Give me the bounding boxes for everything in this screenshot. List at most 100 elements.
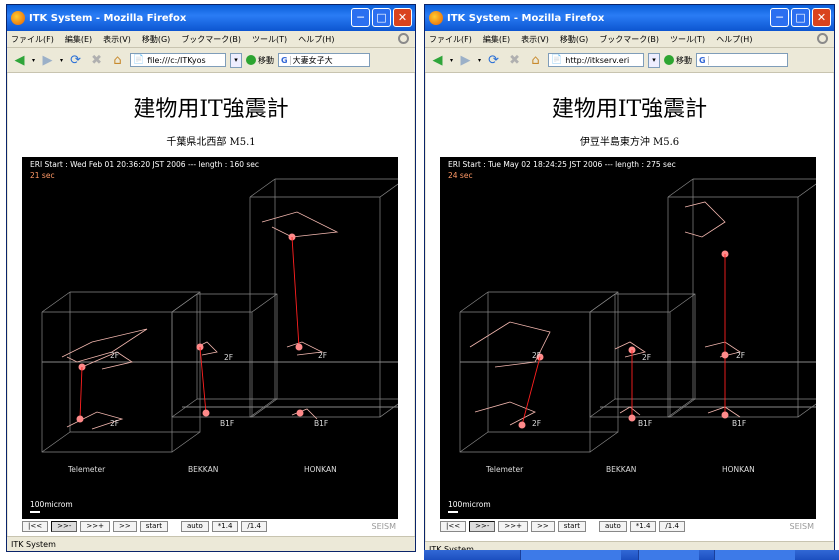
stop-icon[interactable]: ✖ bbox=[506, 52, 523, 69]
playback-controls: |<< >>- >>+ >> start auto *1.4/1.4 SEISM bbox=[22, 519, 398, 533]
motion-trace bbox=[474, 401, 536, 426]
motion-trace bbox=[469, 321, 551, 368]
motion-trace bbox=[81, 351, 133, 370]
seismic-viewer[interactable]: ERI Start : Tue May 02 18:24:25 JST 2006… bbox=[440, 157, 816, 519]
event-title: 伊豆半島東方沖 M5.6 bbox=[579, 137, 680, 148]
control-button[interactable]: auto bbox=[599, 520, 627, 532]
wire-line bbox=[249, 196, 381, 418]
menu-item[interactable]: 移動(G) bbox=[142, 34, 170, 45]
menu-item[interactable]: ツール(T) bbox=[670, 34, 705, 45]
back-icon[interactable]: ◀ bbox=[429, 52, 446, 69]
wire-line bbox=[692, 178, 816, 400]
menu-bar: ファイル(F) 編集(E) 表示(V) 移動(G) ブックマーク(B) ツール(T) ヘルプ… bbox=[7, 31, 415, 48]
url-dropdown-icon[interactable]: ▾ bbox=[648, 52, 661, 68]
motion-trace bbox=[286, 341, 324, 356]
menu-item[interactable]: ファイル(F) bbox=[11, 34, 54, 45]
search-input[interactable]: G bbox=[696, 53, 789, 67]
url-field[interactable]: 📄 http://itkserv.eri bbox=[548, 53, 645, 67]
wire-line bbox=[667, 196, 799, 418]
control-button[interactable]: >> bbox=[112, 520, 137, 532]
status-bar: ITK System bbox=[7, 536, 415, 551]
forward-icon[interactable]: ▶ bbox=[39, 52, 56, 69]
building-label: HONKAN bbox=[722, 465, 755, 474]
control-button[interactable]: >>+ bbox=[498, 520, 528, 532]
control-button[interactable]: |<< bbox=[440, 520, 467, 532]
search-text: 大妻女子大 bbox=[292, 55, 333, 65]
throbber-icon bbox=[398, 33, 409, 44]
url-dropdown-icon[interactable]: ▾ bbox=[230, 52, 243, 68]
floor-label: 2F bbox=[532, 419, 542, 428]
wire-line bbox=[589, 311, 671, 418]
control-button[interactable]: *1.4 bbox=[211, 520, 239, 532]
control-button[interactable]: start bbox=[139, 520, 169, 532]
floor-label: 2F bbox=[736, 351, 746, 360]
wire-line bbox=[667, 398, 694, 418]
wire-line bbox=[589, 431, 619, 453]
motion-trace bbox=[684, 201, 726, 238]
go-button[interactable]: 移動 bbox=[246, 55, 274, 66]
control-button[interactable]: start bbox=[557, 520, 587, 532]
scale-bar bbox=[448, 511, 458, 513]
menu-item[interactable]: 表示(V) bbox=[521, 34, 549, 45]
menu-item[interactable]: 編集(E) bbox=[483, 34, 510, 45]
close-button[interactable]: ✕ bbox=[812, 8, 831, 27]
menu-item[interactable]: 移動(G) bbox=[560, 34, 588, 45]
wire-line bbox=[459, 431, 489, 453]
link-line bbox=[79, 366, 83, 420]
menu-item[interactable]: 表示(V) bbox=[103, 34, 131, 45]
maximize-button[interactable]: □ bbox=[372, 8, 391, 27]
control-button[interactable]: *1.4 bbox=[629, 520, 657, 532]
taskbar bbox=[424, 550, 839, 560]
home-icon[interactable]: ⌂ bbox=[109, 52, 126, 69]
maximize-button[interactable]: □ bbox=[791, 8, 810, 27]
stop-icon[interactable]: ✖ bbox=[88, 52, 105, 69]
forward-icon[interactable]: ▶ bbox=[457, 52, 474, 69]
close-button[interactable]: ✕ bbox=[393, 8, 412, 27]
home-icon[interactable]: ⌂ bbox=[527, 52, 544, 69]
page-content: 建物用IT強震計 伊豆半島東方沖 M5.6 ERI Start : Tue Ma… bbox=[426, 73, 833, 541]
control-button[interactable]: >> bbox=[530, 520, 555, 532]
wire-line bbox=[274, 178, 398, 400]
menu-item[interactable]: ブックマーク(B) bbox=[599, 34, 659, 45]
wire-line bbox=[249, 178, 276, 198]
brand-label: SEISM bbox=[371, 521, 396, 531]
browser-window-left: ITK System - Mozilla Firefox ─ □ ✕ ファイル(… bbox=[6, 4, 416, 552]
control-button[interactable]: auto bbox=[181, 520, 209, 532]
page-title: 建物用IT強震計 bbox=[551, 97, 708, 122]
url-field[interactable]: 📄 file:///c:/ITKyos bbox=[130, 53, 227, 67]
go-icon bbox=[664, 55, 675, 65]
wire-line bbox=[249, 398, 276, 418]
wire-line bbox=[459, 291, 489, 313]
menu-item[interactable]: ツール(T) bbox=[252, 34, 287, 45]
go-label: 移動 bbox=[676, 55, 693, 65]
menu-item[interactable]: ヘルプ(H) bbox=[298, 34, 334, 45]
menu-item[interactable]: 編集(E) bbox=[65, 34, 92, 45]
seismic-viewer[interactable]: ERI Start : Wed Feb 01 20:36:20 JST 2006… bbox=[22, 157, 398, 519]
control-button[interactable]: >>- bbox=[469, 520, 496, 532]
floor-label: B1F bbox=[220, 419, 235, 428]
control-button[interactable]: >>+ bbox=[80, 520, 110, 532]
minimize-button[interactable]: ─ bbox=[351, 8, 370, 27]
brand-label: SEISM bbox=[789, 521, 814, 531]
search-input[interactable]: G 大妻女子大 bbox=[278, 53, 371, 67]
scale-label: 100microm bbox=[30, 500, 73, 509]
go-button[interactable]: 移動 bbox=[664, 55, 692, 66]
google-icon: G bbox=[697, 55, 709, 65]
floor-label: B1F bbox=[638, 419, 653, 428]
wire-line bbox=[251, 293, 278, 313]
menu-item[interactable]: ファイル(F) bbox=[429, 34, 472, 45]
control-button[interactable]: /1.4 bbox=[241, 520, 267, 532]
minimize-button[interactable]: ─ bbox=[770, 8, 789, 27]
reload-icon[interactable]: ⟳ bbox=[485, 52, 502, 69]
menu-item[interactable]: ブックマーク(B) bbox=[181, 34, 241, 45]
window-title: ITK System - Mozilla Firefox bbox=[29, 12, 187, 24]
reload-icon[interactable]: ⟳ bbox=[67, 52, 84, 69]
control-button[interactable]: /1.4 bbox=[659, 520, 685, 532]
control-button[interactable]: |<< bbox=[22, 520, 49, 532]
wire-line bbox=[41, 291, 71, 313]
back-icon[interactable]: ◀ bbox=[11, 52, 28, 69]
control-button[interactable]: >>- bbox=[51, 520, 78, 532]
scale-label: 100microm bbox=[448, 500, 491, 509]
menu-item[interactable]: ヘルプ(H) bbox=[716, 34, 752, 45]
link-line bbox=[291, 236, 300, 348]
